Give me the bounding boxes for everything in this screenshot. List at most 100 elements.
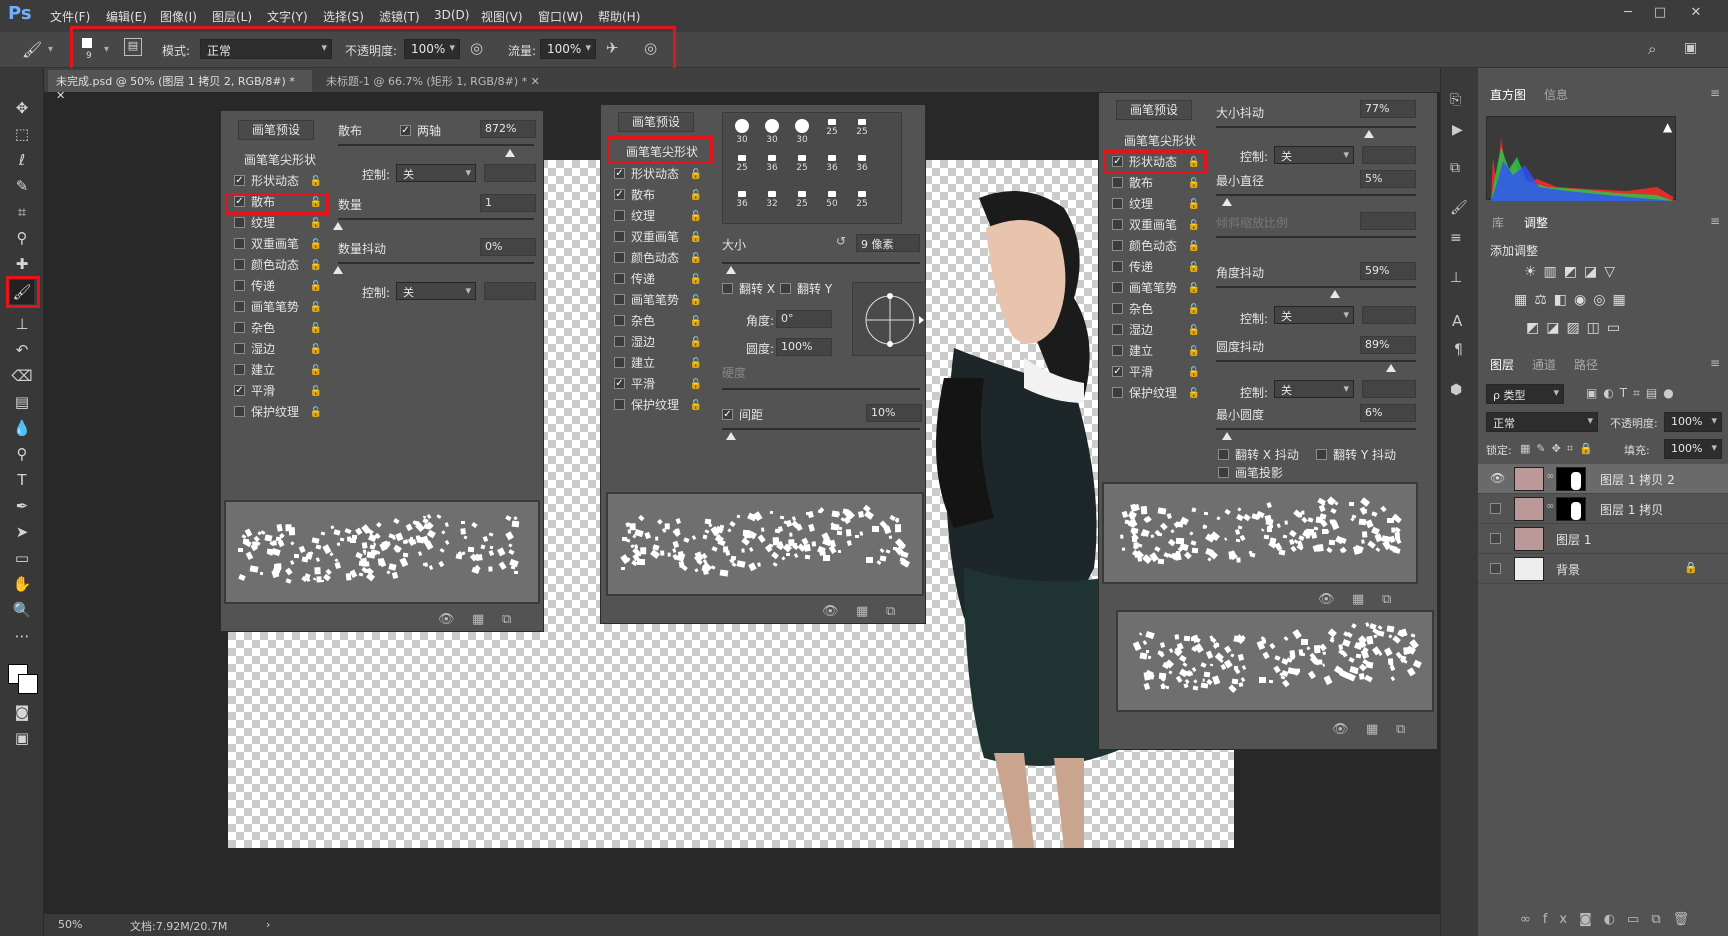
roundness-input[interactable]: 100% — [776, 338, 832, 356]
checkbox-icon[interactable] — [614, 231, 625, 242]
angle-roundness-widget[interactable] — [852, 282, 926, 356]
tab-histogram[interactable]: 直方图 — [1490, 86, 1526, 103]
tab-channels[interactable]: 通道 — [1532, 356, 1556, 373]
brush-setting-item[interactable]: 传递 🔓 — [606, 269, 708, 290]
menu-image[interactable]: 图像(I) — [160, 8, 197, 25]
visibility-eye-icon[interactable]: 👁 — [1490, 471, 1505, 485]
lock-icon[interactable]: 🔓 — [690, 311, 702, 332]
panel-menu-icon-2[interactable]: ≡ — [1710, 214, 1720, 228]
min-diameter-slider-knob[interactable] — [1222, 198, 1232, 206]
brush-setting-item[interactable]: 颜色动态 🔓 — [1104, 236, 1206, 257]
brush-setting-item[interactable]: 湿边 🔓 — [226, 339, 328, 360]
both-axes-checkbox[interactable]: ✓ 两轴 — [400, 122, 441, 139]
flow-input[interactable]: 100% — [540, 39, 596, 59]
min-diameter-slider[interactable] — [1216, 194, 1416, 196]
lock-icon[interactable]: 🔓 — [1188, 173, 1200, 194]
lock-icon[interactable]: 🔓 — [1188, 257, 1200, 278]
count-jitter-input[interactable]: 0% — [480, 238, 536, 256]
brush-setting-item[interactable]: ✓ 形状动态 🔓 — [226, 171, 328, 192]
link-icon[interactable]: ∞ — [1546, 501, 1554, 512]
history-panel-icon[interactable]: ⎘ — [1450, 92, 1461, 108]
checkbox-icon[interactable] — [614, 252, 625, 263]
lock-icon[interactable]: 🔓 — [690, 185, 702, 206]
hardness-slider[interactable] — [722, 388, 920, 390]
grid-icon-3[interactable]: ▦ — [1352, 592, 1364, 607]
layer-filter-icons[interactable]: ▣◐T⌗▤● — [1586, 386, 1680, 401]
lock-icon[interactable]: 🔓 — [310, 381, 322, 402]
lock-icon[interactable]: 🔓 — [690, 269, 702, 290]
spacing-input[interactable]: 10% — [866, 404, 922, 422]
angle-jitter-slider[interactable] — [1216, 286, 1416, 288]
lock-icon[interactable]: 🔓 — [690, 164, 702, 185]
checkbox-icon[interactable]: ✓ — [234, 175, 245, 186]
more-tools-icon[interactable]: ⋯ — [10, 624, 34, 648]
brush-tip-cell[interactable]: 25 — [817, 115, 847, 151]
properties-panel-icon[interactable]: ⧉ — [1450, 160, 1460, 176]
size-input[interactable]: 9 像素 — [856, 234, 920, 252]
checkbox-icon[interactable] — [614, 210, 625, 221]
toggle-preview-icon-4[interactable]: 👁 — [1332, 722, 1349, 737]
min-roundness-input[interactable]: 6% — [1360, 404, 1416, 422]
hand-tool-icon[interactable]: ✋ — [10, 572, 34, 596]
scatter-value-input[interactable]: 872% — [480, 120, 536, 138]
mode-select[interactable]: 正常 — [200, 39, 332, 59]
brush-presets-panel-icon[interactable]: ≡ — [1450, 230, 1462, 246]
toggle-preview-icon[interactable]: 👁 — [438, 612, 455, 627]
brush-tip-cell[interactable]: 25 — [847, 187, 877, 223]
brush-tip-cell[interactable]: 25 — [787, 151, 817, 187]
lock-icon[interactable]: 🔓 — [690, 353, 702, 374]
lasso-tool-icon[interactable]: ℓ — [10, 148, 34, 172]
brush-setting-item[interactable]: 纹理 🔓 — [606, 206, 708, 227]
count-slider-knob[interactable] — [333, 222, 343, 230]
eraser-tool-icon[interactable]: ⌫ — [10, 364, 34, 388]
menu-edit[interactable]: 编辑(E) — [106, 8, 147, 25]
clone-source-panel-icon[interactable]: ⊥ — [1450, 270, 1462, 286]
new-preset-icon-4[interactable]: ⧉ — [1396, 722, 1405, 737]
brush-tip-cell[interactable]: 25 — [847, 115, 877, 151]
brush-setting-item[interactable]: 画笔笔势 🔓 — [606, 290, 708, 311]
brush-panel-icon[interactable]: 🖌 — [1450, 200, 1468, 216]
grid-icon-4[interactable]: ▦ — [1366, 722, 1378, 737]
type-tool-icon[interactable]: T — [10, 468, 34, 492]
layer-row[interactable]: 图层 1 — [1478, 524, 1728, 554]
checkbox-icon[interactable] — [1112, 240, 1123, 251]
lock-icon[interactable]: 🔓 — [1188, 383, 1200, 404]
brush-setting-item[interactable]: 湿边 🔓 — [1104, 320, 1206, 341]
grid-icon[interactable]: ▦ — [472, 612, 484, 627]
stamp-tool-icon[interactable]: ⊥ — [10, 312, 34, 336]
control-select-3[interactable]: 关 — [1274, 146, 1354, 164]
control-select[interactable]: 关 — [396, 164, 476, 182]
toggle-preview-icon-2[interactable]: 👁 — [822, 604, 839, 619]
close-tab-icon[interactable]: ✕ — [531, 75, 540, 88]
brush-setting-item[interactable]: 双重画笔 🔓 — [226, 234, 328, 255]
checkbox-icon[interactable] — [614, 336, 625, 347]
pen-tool-icon[interactable]: ✒ — [10, 494, 34, 518]
lock-icon[interactable]: 🔓 — [310, 276, 322, 297]
brush-setting-item[interactable]: ✓ 散布 🔓 — [606, 185, 708, 206]
brush-setting-item[interactable]: ✓ 平滑 🔓 — [606, 374, 708, 395]
flip-x-jitter-checkbox[interactable]: 翻转 X 抖动 — [1210, 446, 1299, 463]
visibility-eye-icon[interactable] — [1490, 533, 1501, 544]
size-jitter-input[interactable]: 77% — [1360, 100, 1416, 118]
brush-setting-item[interactable]: ✓ 平滑 🔓 — [226, 381, 328, 402]
brush-tip-cell[interactable]: 32 — [757, 187, 787, 223]
brush-tip-grid[interactable]: 30 30 30 25 25 25 36 25 36 36 36 32 25 50 25 — [722, 112, 902, 224]
layer-row[interactable]: 背景 🔒 — [1478, 554, 1728, 584]
checkbox-icon[interactable]: ✓ — [234, 385, 245, 396]
checkbox-icon[interactable] — [234, 259, 245, 270]
control2-select[interactable]: 关 — [396, 282, 476, 300]
fill-input[interactable]: 100% — [1664, 439, 1722, 459]
brush-setting-item[interactable]: 杂色 🔓 — [606, 311, 708, 332]
panel-menu-icon-3[interactable]: ≡ — [1710, 356, 1720, 370]
scatter-slider-knob[interactable] — [505, 149, 515, 157]
grid-icon-2[interactable]: ▦ — [856, 604, 868, 619]
angle-jitter-slider-knob[interactable] — [1330, 290, 1340, 298]
quick-select-tool-icon[interactable]: ✎ — [10, 174, 34, 198]
close-tab-icon[interactable]: ✕ — [56, 89, 65, 102]
brush-setting-item[interactable]: 湿边 🔓 — [606, 332, 708, 353]
brush-tip-cell[interactable]: 36 — [847, 151, 877, 187]
lock-icon[interactable]: 🔓 — [1188, 341, 1200, 362]
checkbox-icon[interactable] — [1112, 177, 1123, 188]
lock-icon[interactable]: 🔓 — [690, 227, 702, 248]
checkbox-icon[interactable] — [1112, 198, 1123, 209]
